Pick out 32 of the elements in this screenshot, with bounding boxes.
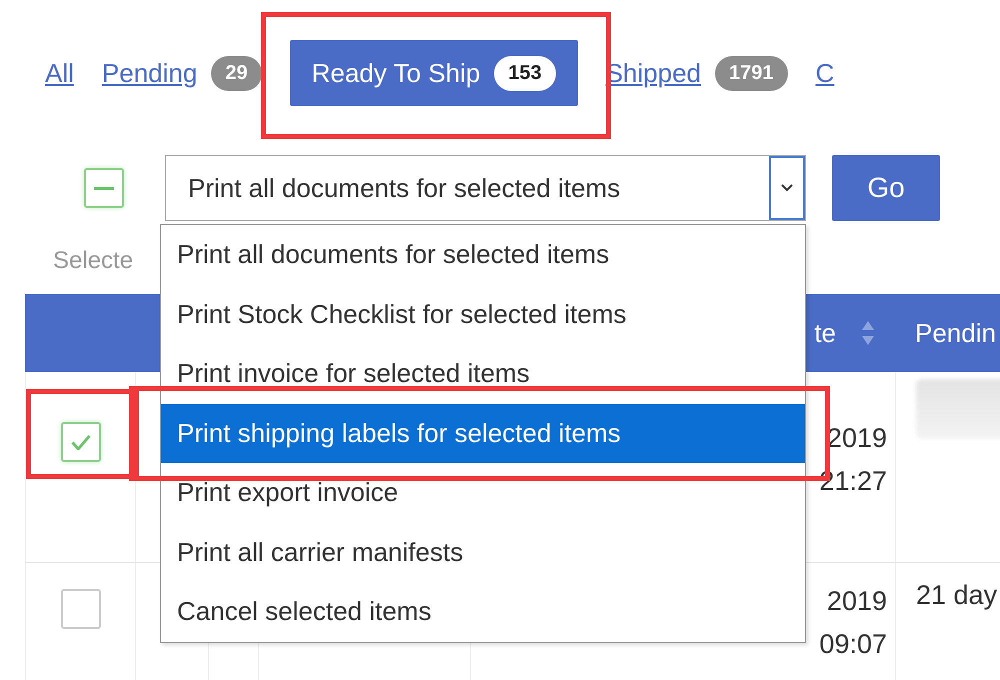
checkmark-icon [70,434,90,450]
checkbox[interactable] [84,168,124,208]
go-button[interactable]: Go [832,155,940,221]
menu-option[interactable]: Print all documents for selected items [161,225,805,284]
count-badge: 29 [211,56,262,90]
selected-label: Selecte [53,247,134,276]
status-tab[interactable]: Pending 29 [102,56,262,90]
status-tab[interactable]: Ready To Ship 153 [290,40,578,106]
sort-icon[interactable] [860,319,876,347]
table-cell: 21 day [916,580,998,610]
minus-icon [93,186,115,190]
menu-option[interactable]: Print all carrier manifests [161,522,805,582]
checkbox[interactable] [60,589,100,629]
column-header[interactable]: Pendin [915,318,996,348]
table-cell-text: 09:07 [819,628,887,661]
table-cell-text: 21:27 [819,465,887,498]
caret-icon [780,183,794,193]
count-badge: 1791 [715,56,788,90]
status-tab[interactable]: Shipped 1791 [606,56,788,90]
menu-option[interactable]: Print invoice for selected items [161,344,805,404]
action-select[interactable]: Print all documents for selected items [165,155,806,221]
checkbox[interactable] [60,422,100,462]
count-badge: 153 [494,56,556,90]
menu-option[interactable]: Print export invoice [161,463,805,522]
table-cell-text: 2019 [826,585,887,618]
status-tab[interactable]: C [816,58,834,88]
status-tab[interactable]: All [45,58,74,88]
table-cell-text: 2019 [826,422,887,455]
menu-option[interactable]: Print Stock Checklist for selected items [161,284,805,344]
column-header[interactable]: te [814,318,836,348]
menu-option[interactable]: Cancel selected items [161,582,805,642]
menu-option[interactable]: Print shipping labels for selected items [161,404,805,463]
